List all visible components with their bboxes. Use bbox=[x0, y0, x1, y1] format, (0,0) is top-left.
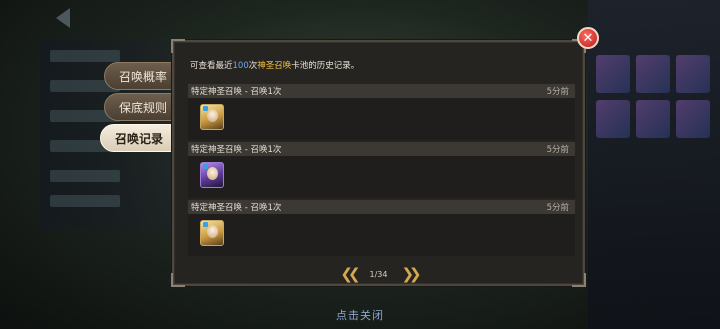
record-time: 5分前 bbox=[546, 203, 569, 213]
tab-summon-rates[interactable]: 召唤概率 bbox=[104, 62, 176, 90]
tab-pity-rules[interactable]: 保底规则 bbox=[104, 93, 176, 121]
close-icon: ✕ bbox=[582, 30, 594, 46]
back-arrow-icon bbox=[56, 8, 70, 28]
history-record: 特定神圣召唤 - 召唤1次 5分前 bbox=[188, 84, 575, 140]
tab-label: 召唤概率 bbox=[119, 69, 168, 84]
page-indicator: 1/34 bbox=[369, 269, 388, 279]
tab-summon-history[interactable]: 召唤记录 bbox=[100, 124, 178, 152]
history-record: 特定神圣召唤 - 召唤1次 5分前 bbox=[188, 200, 575, 256]
pool-name: 神圣召唤 bbox=[257, 61, 292, 71]
summon-history-panel: 可查看最近100次神圣召唤卡池的历史记录。 特定神圣召唤 - 召唤1次 5分前 … bbox=[171, 39, 586, 287]
close-button[interactable]: ✕ bbox=[577, 27, 599, 49]
tab-label: 保底规则 bbox=[119, 100, 168, 115]
history-description: 可查看最近100次神圣召唤卡池的历史记录。 bbox=[190, 61, 360, 71]
record-title: 特定神圣召唤 - 召唤1次 bbox=[191, 203, 282, 213]
record-title: 特定神圣召唤 - 召唤1次 bbox=[191, 145, 282, 155]
history-record: 特定神圣召唤 - 召唤1次 5分前 bbox=[188, 142, 575, 198]
double-chevron-right-icon[interactable]: ❯❯ bbox=[401, 266, 421, 282]
hero-portrait-icon[interactable] bbox=[200, 162, 224, 188]
hero-portrait-icon[interactable] bbox=[200, 220, 224, 246]
hero-portrait-icon[interactable] bbox=[200, 104, 224, 130]
double-chevron-left-icon[interactable]: ❮❮ bbox=[340, 266, 360, 282]
history-count: 100 bbox=[232, 61, 249, 71]
background-panel-right bbox=[588, 0, 720, 329]
record-time: 5分前 bbox=[546, 87, 569, 97]
record-time: 5分前 bbox=[546, 145, 569, 155]
pagination: ❮❮ 1/34 ❯❯ bbox=[174, 266, 583, 282]
record-title: 特定神圣召唤 - 召唤1次 bbox=[191, 87, 282, 97]
tap-to-close-hint[interactable]: 点击关闭 bbox=[0, 307, 720, 323]
tab-label: 召唤记录 bbox=[115, 131, 164, 146]
